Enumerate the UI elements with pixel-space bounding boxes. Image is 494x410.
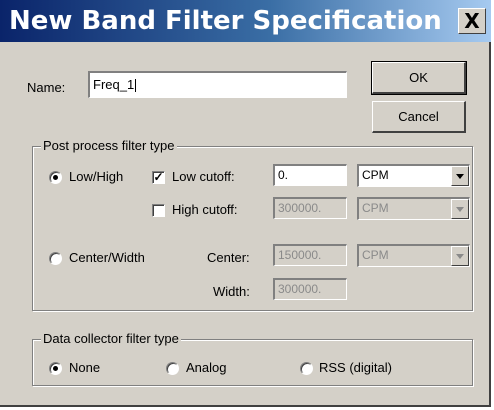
chevron-down-icon [456,254,464,259]
high-cutoff-unit-select[interactable]: CPM [357,197,470,220]
radio-selected-dot [53,366,58,371]
chevron-down-icon [456,174,464,179]
cancel-button-label: Cancel [398,109,439,124]
high-cutoff-checkbox[interactable] [152,204,165,217]
high-cutoff-label: High cutoff: [172,202,238,217]
title-bar[interactable]: New Band Filter Specification X [0,0,491,42]
close-icon: X [464,9,480,33]
low-cutoff-checkbox[interactable]: ✓ [152,171,165,184]
center-width-label: Center/Width [69,250,145,265]
low-cutoff-value: 0. [278,168,289,182]
data-collector-option-analog-radio[interactable] [166,362,179,375]
center-label: Center: [207,250,250,265]
dropdown-button[interactable] [451,199,469,219]
data-collector-option-analog-label: Analog [186,360,227,375]
high-cutoff-value: 300000. [278,201,322,215]
cancel-button[interactable]: Cancel [372,101,466,133]
high-cutoff-unit-value: CPM [362,201,389,215]
low-high-label: Low/High [69,169,124,184]
dialog-title: New Band Filter Specification [9,6,442,36]
data-collector-option-rss-label: RSS (digital) [319,360,392,375]
dropdown-button[interactable] [451,246,469,266]
low-cutoff-unit-value: CPM [362,168,389,182]
width-label: Width: [213,284,250,299]
checkmark-icon: ✓ [153,170,164,184]
data-collector-option-none-radio[interactable] [49,362,62,375]
low-cutoff-unit-select[interactable]: CPM [357,164,470,187]
data-collector-option-none-label: None [69,360,101,375]
text-caret [135,79,137,93]
data-collector-option-rss-radio[interactable] [300,362,313,375]
name-input-value: Freq_1 [93,77,135,92]
post-process-group-title: Post process filter type [41,138,177,153]
high-cutoff-input[interactable]: 300000. [273,197,347,219]
name-label: Name: [27,80,66,95]
low-cutoff-label: Low cutoff: [172,169,235,184]
width-value: 300000. [278,282,322,296]
low-cutoff-input[interactable]: 0. [273,164,347,186]
ok-button-label: OK [409,70,428,85]
band-filter-dialog: New Band Filter Specification X Name: Fr… [0,0,491,407]
center-width-radio[interactable] [49,252,62,265]
radio-selected-dot [53,175,58,180]
dropdown-button[interactable] [451,166,469,186]
ok-button[interactable]: OK [371,61,467,95]
width-input[interactable]: 300000. [273,278,347,300]
data-collector-group-title: Data collector filter type [41,331,181,346]
close-button[interactable]: X [458,8,486,34]
name-input[interactable]: Freq_1 [88,71,347,98]
chevron-down-icon [456,207,464,212]
low-high-radio[interactable] [49,171,62,184]
center-unit-value: CPM [362,248,389,262]
center-unit-select[interactable]: CPM [357,244,470,267]
center-value: 150000. [278,248,322,262]
center-input[interactable]: 150000. [273,244,347,266]
